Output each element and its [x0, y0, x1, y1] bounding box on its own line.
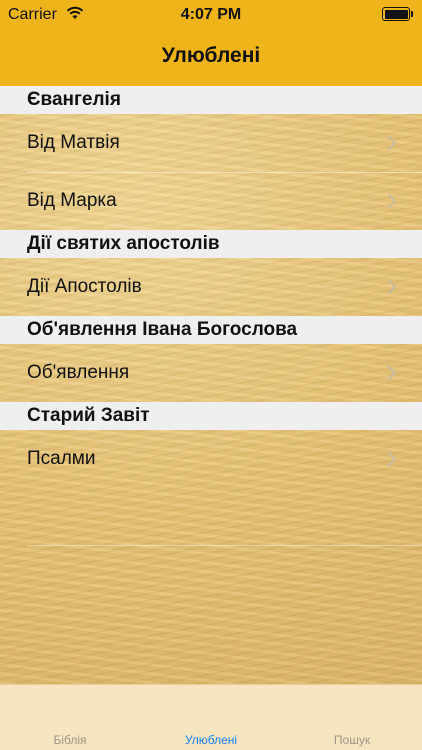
battery-icon — [382, 7, 413, 21]
tab-favorites[interactable]: Улюблені — [141, 733, 281, 747]
favorites-list[interactable]: Євангелія Від Матвія Від Марка Дії святи… — [0, 86, 422, 684]
section-header: Об'явлення Івана Богослова — [0, 316, 422, 344]
list-item-matthew[interactable]: Від Матвія — [0, 114, 422, 172]
navigation-bar: Carrier 4:07 PM Улюблені — [0, 0, 422, 86]
list-item-label: Дії Апостолів — [27, 276, 142, 297]
list-item-psalms[interactable]: Псалми — [0, 430, 422, 488]
list-item-label: Об'явлення — [27, 362, 130, 383]
status-time: 4:07 PM — [180, 6, 242, 23]
status-bar: Carrier 4:07 PM — [0, 0, 422, 30]
page-title: Улюблені — [161, 44, 261, 67]
list-item-label: Від Марка — [27, 190, 117, 211]
chevron-right-icon — [387, 451, 397, 467]
chevron-right-icon — [387, 365, 397, 381]
tab-bar: Біблія Улюблені Пошук — [0, 684, 422, 750]
section-header: Дії святих апостолів — [0, 230, 422, 258]
list-item-mark[interactable]: Від Марка — [0, 172, 422, 230]
list-item-acts[interactable]: Дії Апостолів — [0, 258, 422, 316]
section-acts: Дії святих апостолів Дії Апостолів — [0, 230, 422, 316]
list-item-label: Псалми — [27, 448, 96, 469]
chevron-right-icon — [387, 193, 397, 209]
section-old-testament: Старий Завіт Псалми — [0, 402, 422, 488]
list-item-label: Від Матвія — [27, 132, 120, 153]
section-revelation: Об'явлення Івана Богослова Об'явлення — [0, 316, 422, 402]
section-gospels: Євангелія Від Матвія Від Марка — [0, 86, 422, 230]
row-separator — [27, 545, 422, 546]
tab-search[interactable]: Пошук — [282, 733, 422, 747]
chevron-right-icon — [387, 135, 397, 151]
section-header: Євангелія — [0, 86, 422, 114]
tab-bible[interactable]: Біблія — [0, 733, 140, 747]
list-item-revelation[interactable]: Об'явлення — [0, 344, 422, 402]
section-header: Старий Завіт — [0, 402, 422, 430]
chevron-right-icon — [387, 279, 397, 295]
